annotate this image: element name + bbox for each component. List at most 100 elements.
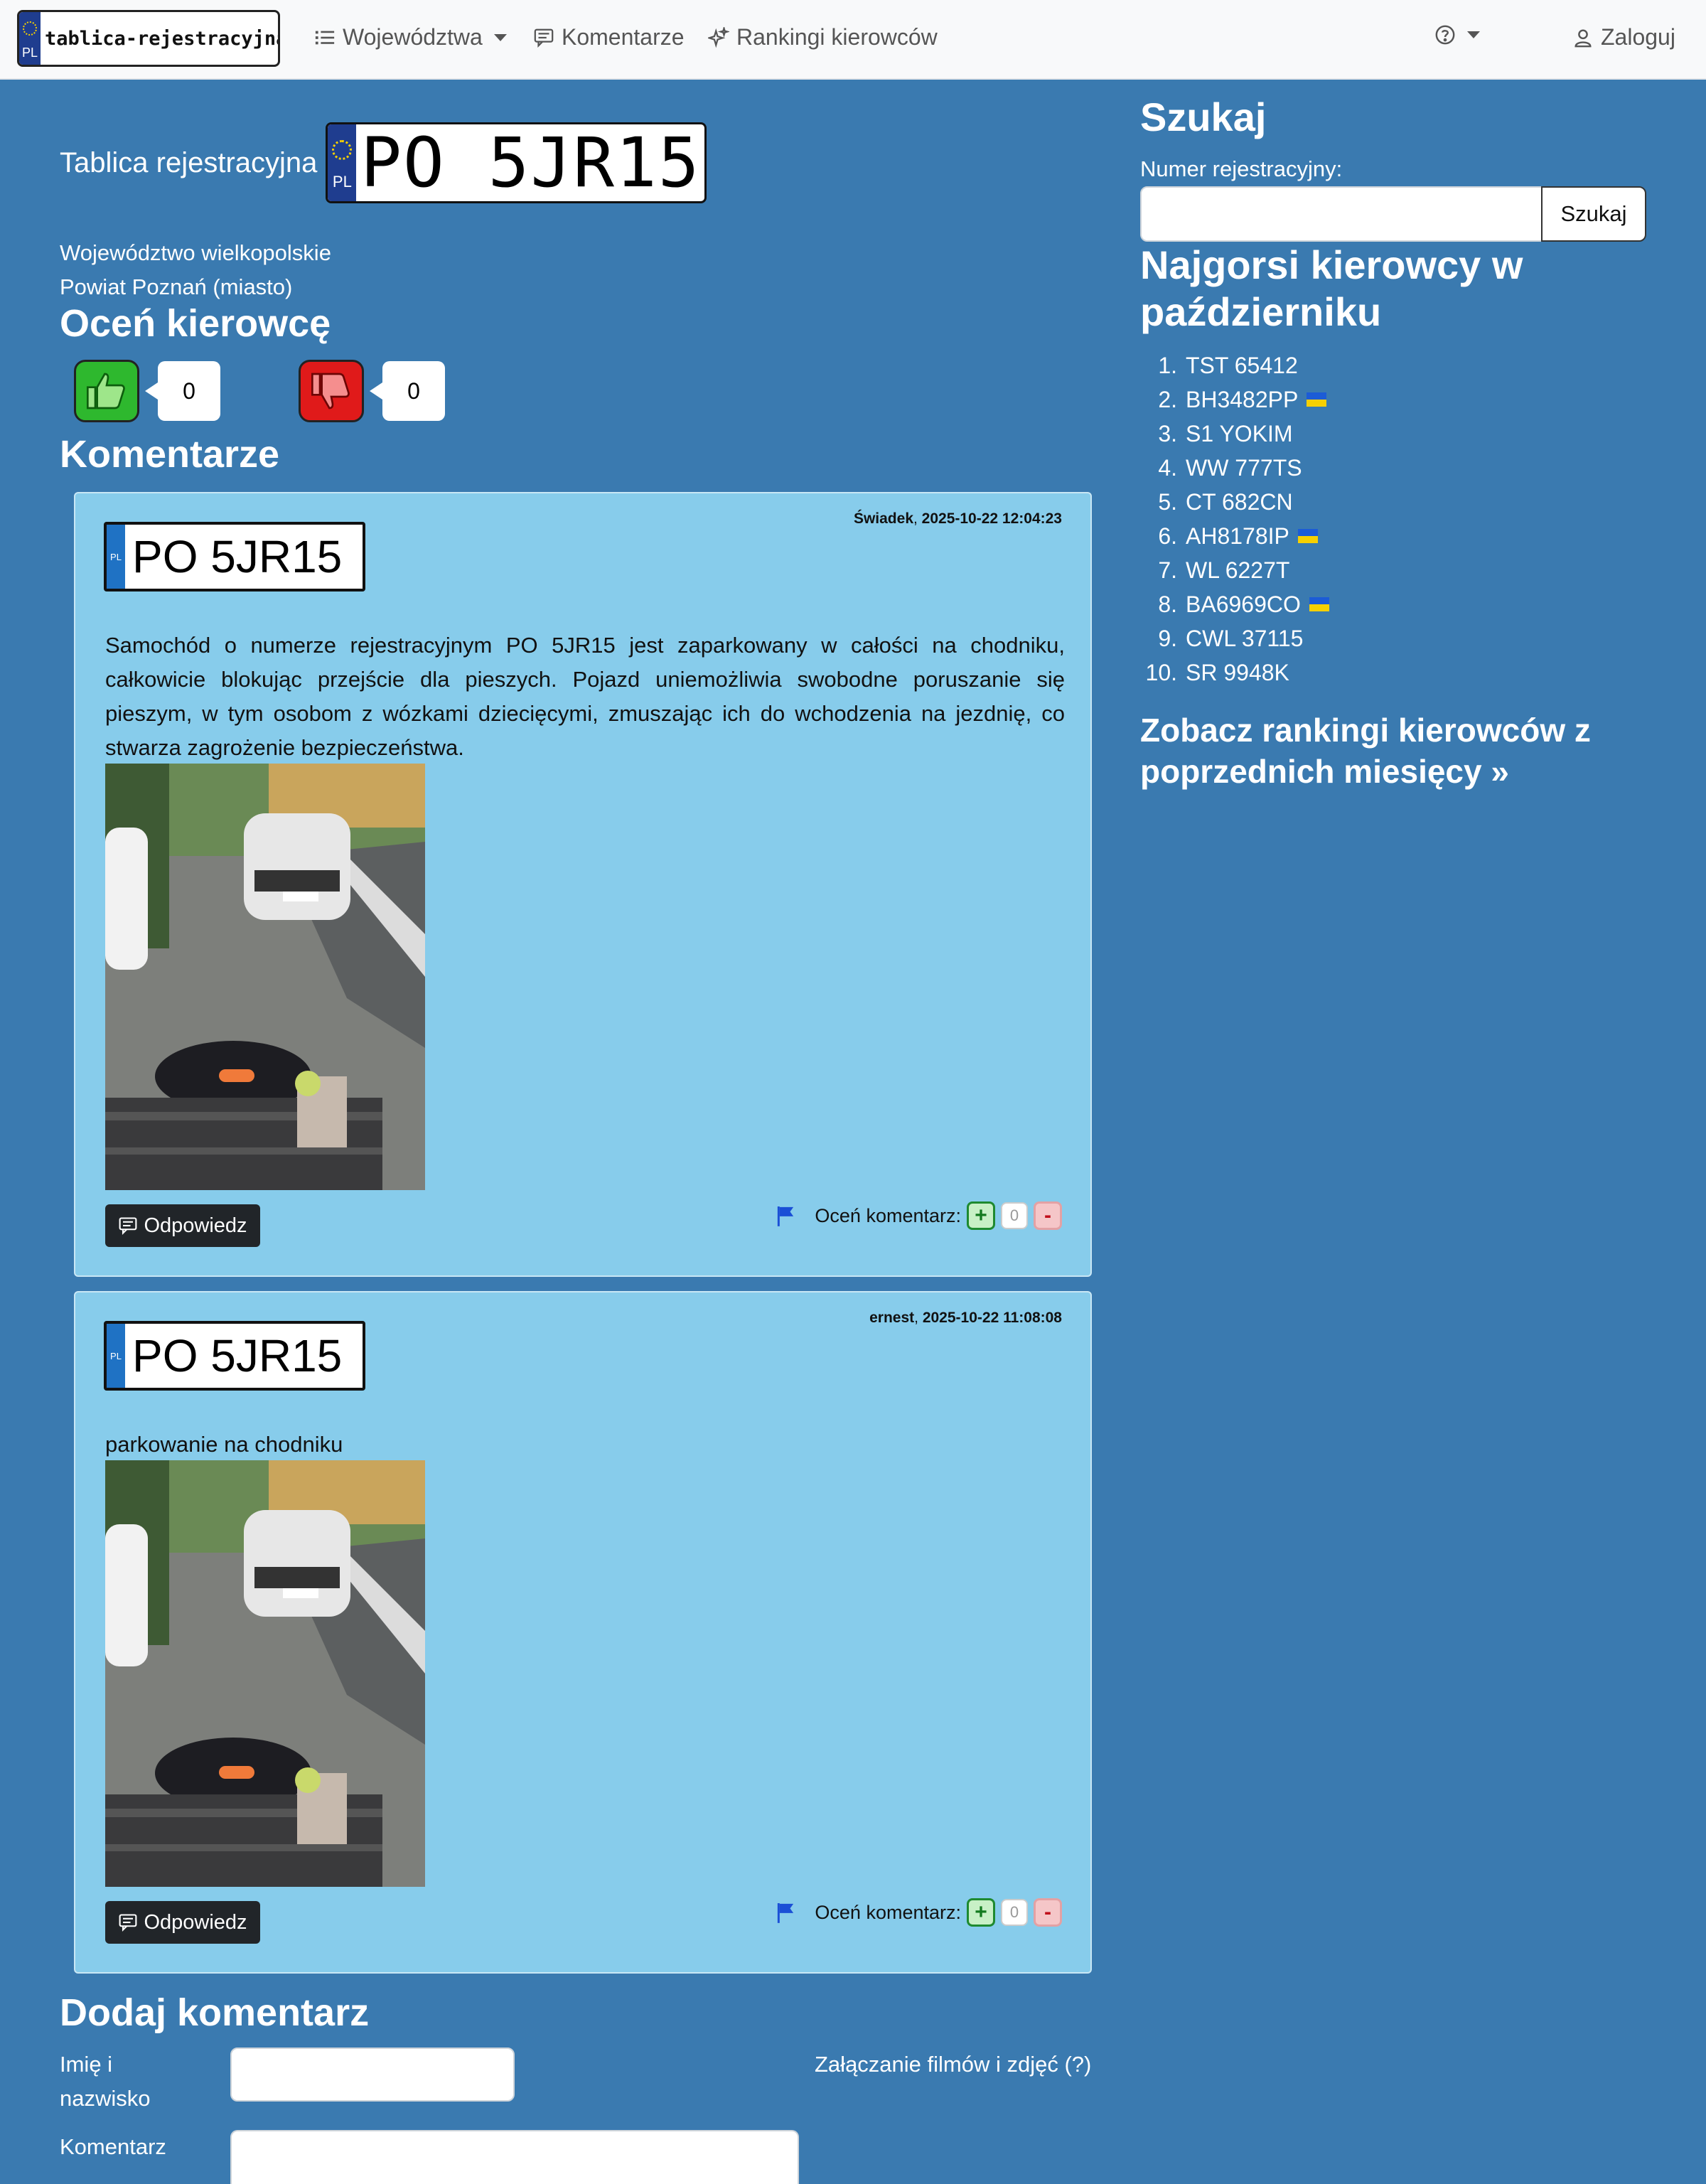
nav-wojewodztwa-dropdown[interactable]: Województwa (314, 24, 507, 50)
comment-rating: Oceń komentarz: + 0 - (776, 1898, 1062, 1927)
eu-flag-icon: PL (107, 525, 125, 589)
comment-score: 0 (1001, 1899, 1028, 1926)
comment-photo[interactable] (105, 764, 425, 1190)
ranking-plate: S1 YOKIM (1186, 421, 1293, 446)
comment-date: 2025-10-22 11:08:08 (922, 1310, 1062, 1326)
flag-icon[interactable] (776, 1902, 795, 1923)
search-input[interactable] (1140, 186, 1543, 242)
ranking-plate: BH3482PP (1186, 387, 1299, 412)
county: Powiat Poznań (miasto) (60, 274, 293, 299)
comment-plate: PL PO 5JR15 (104, 1321, 365, 1391)
comment-text: Samochód o numerze rejestracyjnym PO 5JR… (105, 633, 1065, 760)
chevron-down-icon (493, 33, 507, 41)
plate-label: Tablica rejestracyjna (60, 146, 318, 178)
ranking-item[interactable]: 10. SR 9948K (1140, 655, 1329, 690)
ranking-item[interactable]: 6. AH8178IP (1140, 519, 1329, 553)
flag-icon[interactable] (776, 1205, 795, 1226)
reply-button[interactable]: Odpowiedz (105, 1901, 260, 1944)
ranking-item[interactable]: 5. CT 682CN (1140, 485, 1329, 519)
ranking-plate: CWL 37115 (1186, 626, 1304, 651)
ranking-plate: WW 777TS (1186, 455, 1302, 481)
list-icon (315, 31, 335, 44)
nav-rankingi[interactable]: Rankingi kierowców (708, 24, 938, 50)
ranking-plate: TST 65412 (1186, 353, 1298, 378)
ranking-position: 3. (1158, 421, 1177, 446)
reply-label: Odpowiedz (144, 1910, 247, 1934)
attach-media-link[interactable]: Załączanie filmów i zdjęć (?) (815, 2048, 1091, 2082)
chevron-down-icon (1467, 31, 1480, 38)
comment-card: Świadek, 2025-10-22 12:04:23 PL PO 5JR15… (74, 492, 1092, 1277)
license-plate: PL PO 5JR15 (326, 122, 707, 203)
thumbs-down-icon (311, 373, 350, 410)
comment-text: parkowanie na chodniku (105, 1432, 343, 1457)
comment-plate-number: PO 5JR15 (132, 1330, 343, 1381)
navbar: PL tablica-rejestracyjna.pl Województwa … (0, 0, 1706, 80)
ranking-plate: CT 682CN (1186, 489, 1293, 515)
name-label: Imię i nazwisko (60, 2052, 151, 2111)
name-input[interactable] (230, 2048, 515, 2102)
thumbs-up-button[interactable] (74, 360, 139, 422)
comment-meta: ernest, 2025-10-22 11:08:08 (869, 1310, 1062, 1326)
comment-icon (119, 1217, 137, 1236)
rate-comment-label: Oceń komentarz: (815, 1204, 961, 1226)
nav-komentarze-label: Komentarze (562, 24, 685, 50)
downvote-button[interactable]: - (1034, 1201, 1062, 1230)
voivodeship: Województwo wielkopolskie (60, 240, 331, 265)
reply-button[interactable]: Odpowiedz (105, 1204, 260, 1247)
comment-rating: Oceń komentarz: + 0 - (776, 1201, 1062, 1230)
ranking-item[interactable]: 4. WW 777TS (1140, 451, 1329, 485)
nav-wojewodztwa-label: Województwa (343, 24, 483, 50)
sparkles-icon (708, 26, 729, 48)
ranking-list: 1. TST 65412 2. BH3482PP 3. S1 YOKIM 4. WW 777T… (1140, 348, 1329, 690)
brand-text: tablica-rejestracyjna.pl (45, 27, 278, 50)
ranking-item[interactable]: 7. WL 6227T (1140, 553, 1329, 587)
comment-textarea[interactable] (230, 2130, 799, 2184)
help-dropdown[interactable] (1434, 24, 1480, 46)
ranking-item[interactable]: 1. TST 65412 (1140, 348, 1329, 382)
eu-flag-icon: PL (19, 12, 41, 65)
rate-driver-heading: Oceń kierowcę (60, 302, 331, 345)
eu-flag-icon: PL (328, 124, 357, 201)
thumbs-down-vote: 0 (299, 360, 445, 422)
eu-flag-icon: PL (107, 1324, 125, 1388)
ranking-item[interactable]: 8. BA6969CO (1140, 587, 1329, 621)
ranking-position: 2. (1158, 387, 1177, 412)
comment-score: 0 (1001, 1202, 1028, 1229)
ranking-position: 9. (1158, 626, 1177, 651)
nav-komentarze[interactable]: Komentarze (533, 24, 685, 50)
search-button[interactable]: Szukaj (1541, 186, 1646, 242)
ukraine-flag-icon (1297, 529, 1318, 543)
search-heading: Szukaj (1140, 95, 1267, 139)
thumbs-down-button[interactable] (299, 360, 364, 422)
upvote-button[interactable]: + (967, 1898, 995, 1927)
ranking-item[interactable]: 2. BH3482PP (1140, 382, 1329, 417)
thumbs-down-count: 0 (370, 361, 445, 421)
history-rankings-link[interactable]: Zobacz rankingi kierowców z poprzednich … (1140, 710, 1652, 792)
comment-meta: Świadek, 2025-10-22 12:04:23 (853, 510, 1062, 527)
thumbs-up-icon (87, 373, 125, 410)
comment-date: 2025-10-22 12:04:23 (921, 510, 1062, 527)
ranking-plate: AH8178IP (1186, 523, 1289, 549)
ranking-position: 10. (1145, 660, 1177, 685)
region-info: Województwo wielkopolskie Powiat Poznań … (60, 236, 331, 304)
brand-logo[interactable]: PL tablica-rejestracyjna.pl (17, 10, 280, 67)
thumbs-up-vote: 0 (74, 360, 220, 422)
ranking-item[interactable]: 9. CWL 37115 (1140, 621, 1329, 655)
comment-plate-number: PO 5JR15 (132, 531, 343, 582)
comment-photo[interactable] (105, 1460, 425, 1887)
comment-card: ernest, 2025-10-22 11:08:08 PL PO 5JR15 … (74, 1291, 1092, 1974)
comment-author: ernest (869, 1310, 915, 1326)
add-comment-heading: Dodaj komentarz (60, 1991, 370, 2034)
plate-number: PO 5JR15 (360, 123, 701, 203)
upvote-button[interactable]: + (967, 1201, 995, 1230)
downvote-button[interactable]: - (1034, 1898, 1062, 1927)
comment-icon (119, 1914, 137, 1932)
ukraine-flag-icon (1309, 597, 1329, 611)
login-link[interactable]: Zaloguj (1572, 24, 1675, 50)
user-icon (1574, 28, 1592, 47)
ranking-item[interactable]: 3. S1 YOKIM (1140, 417, 1329, 451)
ranking-plate: BA6969CO (1186, 592, 1301, 617)
ukraine-flag-icon (1307, 392, 1327, 407)
ranking-heading: Najgorsi kierowcy w październiku (1140, 242, 1523, 334)
ranking-position: 6. (1158, 523, 1177, 549)
